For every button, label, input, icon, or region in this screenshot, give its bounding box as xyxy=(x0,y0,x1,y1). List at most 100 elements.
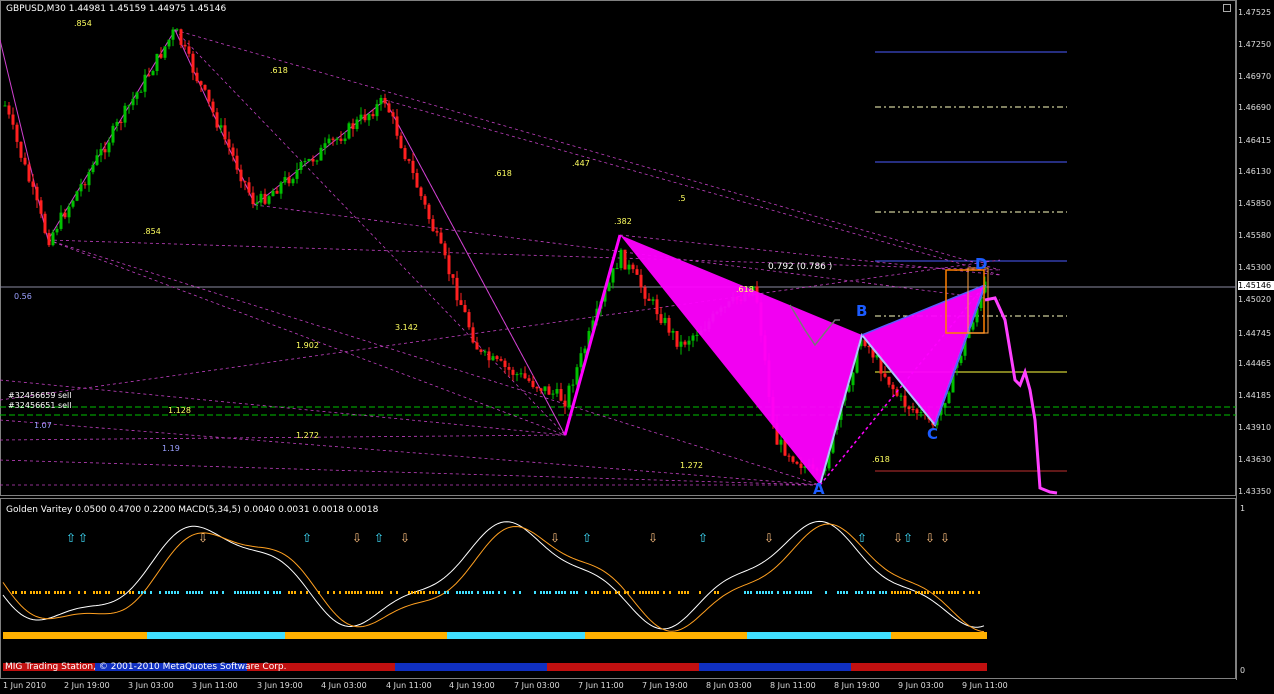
trend-strip-cell xyxy=(303,663,307,671)
trend-strip-cell xyxy=(495,663,499,671)
trend-strip-cell xyxy=(343,663,347,671)
trend-strip-cell xyxy=(531,663,535,671)
trend-strip-cell xyxy=(807,663,811,671)
histogram-dot xyxy=(678,591,680,594)
price-tick-label: 1.44465 xyxy=(1238,359,1272,368)
histogram-dot xyxy=(570,591,572,594)
trend-bar xyxy=(351,632,357,639)
trend-strip-cell xyxy=(535,663,539,671)
candle-body xyxy=(615,268,619,270)
trend-bar xyxy=(519,632,525,639)
trend-strip-cell xyxy=(407,663,411,671)
histogram-dot xyxy=(444,591,446,594)
trend-bar xyxy=(255,632,261,639)
trend-strip-cell xyxy=(563,663,567,671)
candle-body xyxy=(639,274,643,288)
trend-bar xyxy=(657,632,663,639)
histogram-dot xyxy=(414,591,416,594)
histogram-dot xyxy=(489,591,491,594)
trend-bar xyxy=(543,632,549,639)
candle-body xyxy=(287,177,291,184)
trend-strip-cell xyxy=(591,663,595,671)
trend-bar xyxy=(579,632,585,639)
candle-body xyxy=(207,89,211,102)
histogram-dot xyxy=(78,591,80,594)
candle-body xyxy=(387,103,391,113)
trend-strip-cell xyxy=(871,663,875,671)
candle-body xyxy=(339,138,343,141)
price-tick-label: 1.46130 xyxy=(1238,167,1272,176)
trend-strip-cell xyxy=(647,663,651,671)
trend-bar xyxy=(567,632,573,639)
trend-bar xyxy=(375,632,381,639)
trend-strip-cell xyxy=(323,663,327,671)
candle-body xyxy=(55,228,59,233)
zigzag-line xyxy=(0,28,621,437)
histogram-dot xyxy=(663,591,665,594)
histogram-dot xyxy=(468,591,470,594)
histogram-dot xyxy=(576,591,578,594)
candle-body xyxy=(179,29,183,45)
trend-strip-cell xyxy=(367,663,371,671)
histogram-dot xyxy=(651,591,653,594)
trend-strip-cell xyxy=(523,663,527,671)
price-tick-label: 1.45020 xyxy=(1238,295,1272,304)
fib-fan-line xyxy=(0,434,566,441)
candle-body xyxy=(59,212,63,229)
trend-strip-cell xyxy=(955,663,959,671)
fib-fan-line xyxy=(0,419,821,486)
histogram-dot xyxy=(279,591,281,594)
trend-bar xyxy=(33,632,39,639)
candle-body xyxy=(363,114,367,121)
trend-bar xyxy=(837,632,843,639)
fib-ratio-label: 3.142 xyxy=(395,323,418,332)
trend-strip-cell xyxy=(451,663,455,671)
histogram-dot xyxy=(618,591,620,594)
histogram-dot xyxy=(687,591,689,594)
histogram-dot xyxy=(750,591,752,594)
trend-bar xyxy=(963,632,969,639)
histogram-dot xyxy=(858,591,860,594)
trend-strip-cell xyxy=(959,663,963,671)
candle-body xyxy=(447,255,451,275)
trend-strip-cell xyxy=(891,663,895,671)
time-tick-label: 3 Jun 19:00 xyxy=(257,681,303,690)
candle-body xyxy=(571,384,575,386)
candle-body xyxy=(687,340,691,345)
trend-strip-cell xyxy=(795,663,799,671)
candle-body xyxy=(659,314,663,324)
histogram-dot xyxy=(873,591,875,594)
candle-body xyxy=(63,212,67,218)
time-tick-label: 9 Jun 03:00 xyxy=(898,681,944,690)
trend-bar xyxy=(591,632,597,639)
histogram-dot xyxy=(39,591,41,594)
candle-body xyxy=(795,461,799,464)
histogram-dot xyxy=(555,591,557,594)
trend-bar xyxy=(735,632,741,639)
candle-body xyxy=(219,125,223,128)
trend-bar xyxy=(621,632,627,639)
signal-arrow-icon: ⇩ xyxy=(925,531,935,545)
trend-bar xyxy=(831,632,837,639)
histogram-dot xyxy=(189,591,191,594)
candle-body xyxy=(79,184,83,192)
histogram-dot xyxy=(360,591,362,594)
histogram-dot xyxy=(216,591,218,594)
trend-bar xyxy=(633,632,639,639)
candle-body xyxy=(531,380,535,387)
candle-body xyxy=(667,317,671,333)
time-tick-label: 7 Jun 19:00 xyxy=(642,681,688,690)
copyright-text: MIG Trading Station, © 2001-2010 MetaQuo… xyxy=(5,662,287,672)
trend-bar xyxy=(813,632,819,639)
histogram-dot xyxy=(900,591,902,594)
candle-body xyxy=(411,160,415,174)
trend-strip-cell xyxy=(775,663,779,671)
trend-bar xyxy=(615,632,621,639)
candle-body xyxy=(891,384,895,390)
trend-strip-cell xyxy=(631,663,635,671)
trend-strip-cell xyxy=(755,663,759,671)
candle-body xyxy=(619,249,623,269)
window-corner-icon[interactable] xyxy=(1223,4,1231,12)
histogram-dot xyxy=(177,591,179,594)
trend-strip-cell xyxy=(599,663,603,671)
